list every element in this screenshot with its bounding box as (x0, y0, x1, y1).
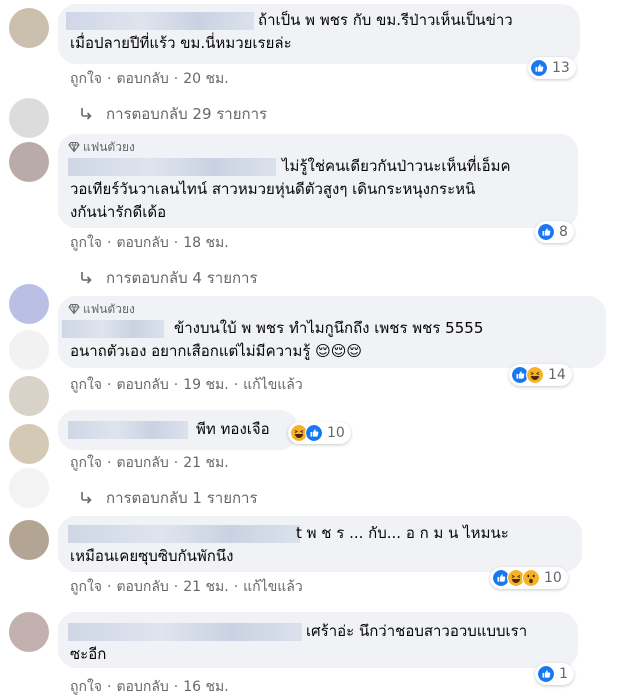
reply-link[interactable]: ตอบกลับ (116, 455, 168, 471)
reaction-summary[interactable]: 10 (288, 422, 351, 444)
reply-arrow-icon (81, 492, 92, 504)
avatar[interactable] (9, 612, 49, 652)
author-name[interactable] (68, 623, 302, 641)
reply-link[interactable]: ตอบกลับ (116, 377, 168, 393)
edited-label[interactable]: แก้ไขแล้ว (243, 579, 303, 595)
like-reaction-icon (537, 665, 555, 683)
view-replies-button[interactable]: การตอบกลับ 1 รายการ (78, 486, 258, 510)
diamond-icon (68, 303, 80, 315)
comment-actions: ถูกใจ · ตอบกลับ · 18 ชม. (70, 235, 229, 251)
author-name[interactable] (66, 12, 254, 30)
reaction-summary[interactable]: 13 (528, 57, 576, 79)
view-replies-button[interactable]: การตอบกลับ 4 รายการ (78, 266, 258, 290)
comment-text: เศร้าอ่ะ นึกว่าชอบสาวอวบแบบเรา (306, 622, 528, 640)
comment-text: ถ้าเป็น พ พชร กับ ขม.รีป่าวเห็นเป็นข่าว (258, 11, 513, 29)
reply-arrow-icon (81, 108, 92, 120)
author-name[interactable] (62, 320, 164, 338)
avatar[interactable] (9, 330, 49, 370)
author-name[interactable] (68, 525, 300, 543)
avatar[interactable] (9, 520, 49, 560)
comment-text: เหมือนเคยซุบซิบกันพักนึง (70, 547, 234, 565)
like-link[interactable]: ถูกใจ (70, 679, 102, 695)
comment-text: พีท ทองเจือ (196, 420, 270, 438)
like-reaction-icon (537, 223, 555, 241)
comment-text: ซะอีก (70, 645, 107, 663)
like-link[interactable]: ถูกใจ (70, 455, 102, 471)
comment-text: ข้างบนใบ้ พ พชร ทำไมกูนึกถึง เพชร พชร 55… (174, 319, 484, 337)
reaction-summary[interactable]: 10 (490, 567, 568, 589)
avatar[interactable] (9, 376, 49, 416)
author-name[interactable] (68, 158, 276, 176)
like-link[interactable]: ถูกใจ (70, 235, 102, 251)
timestamp[interactable]: 21 ชม. (183, 455, 228, 471)
reply-link[interactable]: ตอบกลับ (116, 71, 168, 87)
top-fan-badge[interactable]: แฟนตัวยง (68, 139, 135, 155)
comment-text: อนาถตัวเอง อยากเสือกแต่ไม่มีความรู้ 😌😌😌 (70, 342, 363, 360)
edited-label[interactable]: แก้ไขแล้ว (243, 377, 303, 393)
comment-text: t พ ช ร ... กับ... อ ก ม น ไหมนะ (296, 524, 509, 542)
comment-text: งกันน่ารักดีเด้อ (70, 203, 167, 221)
view-replies-button[interactable]: การตอบกลับ 29 รายการ (78, 102, 267, 126)
reply-arrow-icon (81, 272, 92, 284)
comment-actions: ถูกใจ · ตอบกลับ · 21 ชม. · แก้ไขแล้ว (70, 579, 303, 595)
like-reaction-icon (305, 424, 323, 442)
diamond-icon (68, 141, 80, 153)
like-link[interactable]: ถูกใจ (70, 71, 102, 87)
timestamp[interactable]: 20 ชม. (183, 71, 228, 87)
avatar[interactable] (9, 8, 49, 48)
reply-link[interactable]: ตอบกลับ (116, 579, 168, 595)
comment-actions: ถูกใจ · ตอบกลับ · 20 ชม. (70, 71, 229, 87)
comment-actions: ถูกใจ · ตอบกลับ · 21 ชม. (70, 455, 229, 471)
timestamp[interactable]: 19 ชม. (183, 377, 228, 393)
author-name[interactable] (68, 421, 188, 439)
timestamp[interactable]: 16 ชม. (183, 679, 228, 695)
comment-actions: ถูกใจ · ตอบกลับ · 16 ชม. (70, 679, 229, 695)
comment-text: เมื่อปลายปีที่แร้ว ขม.นี่หมวยเรยล่ะ (70, 34, 292, 52)
reaction-summary[interactable]: 14 (509, 364, 572, 386)
comment-actions: ถูกใจ · ตอบกลับ · 19 ชม. · แก้ไขแล้ว (70, 377, 303, 393)
avatar[interactable] (9, 284, 49, 324)
reaction-summary[interactable]: 8 (535, 221, 574, 243)
comment-text: ไม่รู้ใช่คนเดียวกันป่าวนะเห็นที่เอ็มค (282, 157, 511, 175)
comment-text: วอเทียร์วันวาเลนไทน์ สาวหมวยหุ่นดีตัวสูง… (70, 180, 476, 198)
like-link[interactable]: ถูกใจ (70, 579, 102, 595)
like-reaction-icon (530, 59, 548, 77)
avatar[interactable] (9, 468, 49, 508)
avatar[interactable] (9, 98, 49, 138)
avatar[interactable] (9, 424, 49, 464)
wow-reaction-icon (522, 569, 540, 587)
reply-link[interactable]: ตอบกลับ (116, 235, 168, 251)
like-link[interactable]: ถูกใจ (70, 377, 102, 393)
haha-reaction-icon (526, 366, 544, 384)
top-fan-badge[interactable]: แฟนตัวยง (68, 301, 135, 317)
reaction-summary[interactable]: 1 (535, 663, 574, 685)
timestamp[interactable]: 21 ชม. (183, 579, 228, 595)
timestamp[interactable]: 18 ชม. (183, 235, 228, 251)
reply-link[interactable]: ตอบกลับ (116, 679, 168, 695)
avatar[interactable] (9, 142, 49, 182)
